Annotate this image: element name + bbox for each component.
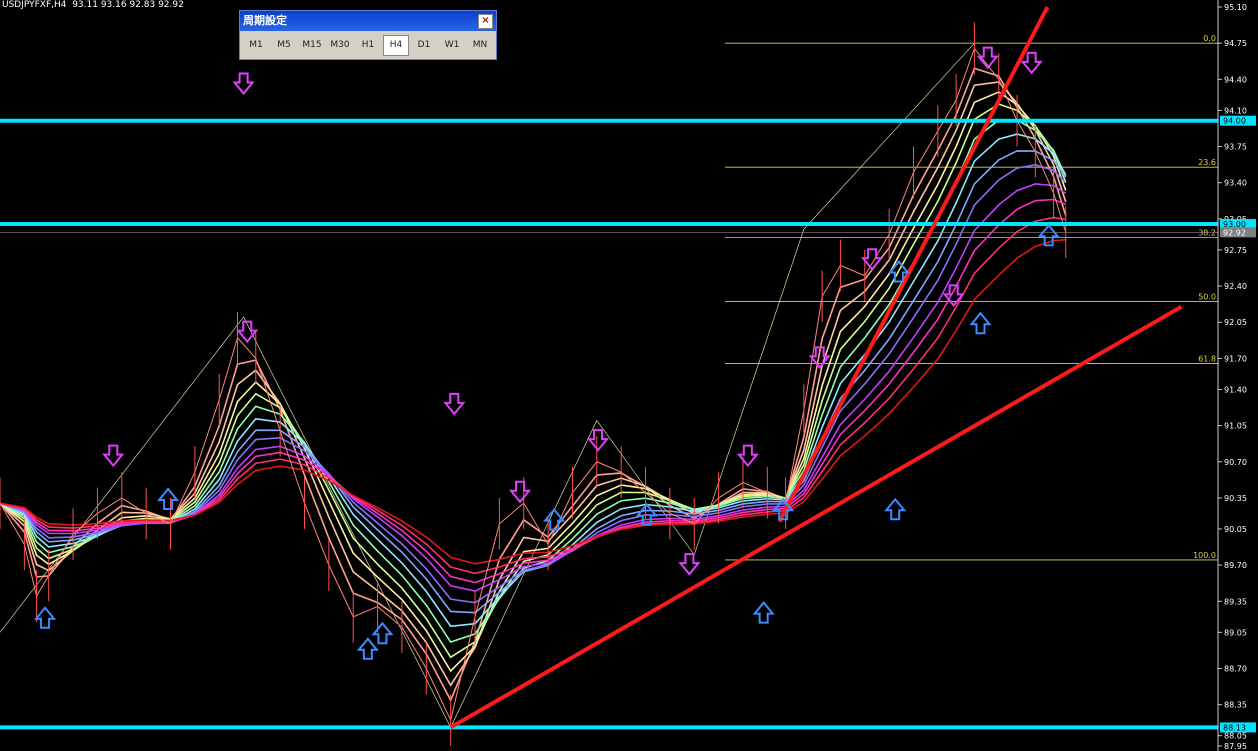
tick-label-0: 95.10: [1224, 3, 1247, 12]
close-icon[interactable]: ×: [478, 14, 493, 29]
timeframe-panel-title: 周期設定: [243, 14, 287, 27]
timeframe-panel[interactable]: 周期設定 × M1 M5 M15 M30 H1 H4 D1 W1 MN: [239, 10, 497, 60]
tab-h1[interactable]: H1: [355, 35, 381, 56]
symbol-info: USDJPYFXF,H4 93.11 93.16 92.83 92.92: [2, 0, 184, 10]
tick-label-19: 88.70: [1224, 664, 1247, 673]
tick-label-3: 94.10: [1224, 106, 1247, 115]
price-tag-2: 92.92: [1223, 228, 1246, 237]
tab-d1[interactable]: D1: [411, 35, 437, 56]
tick-label-1: 94.75: [1224, 39, 1247, 48]
fib-label-3: 50.0: [1198, 293, 1216, 302]
tab-h4[interactable]: H4: [383, 35, 409, 56]
tick-label-7: 92.75: [1224, 246, 1247, 255]
chart-background: [0, 0, 1258, 751]
tick-label-15: 90.05: [1224, 525, 1247, 534]
tab-m30[interactable]: M30: [327, 35, 353, 56]
tick-label-2: 94.40: [1224, 75, 1247, 84]
tick-label-20: 88.35: [1224, 701, 1247, 710]
fib-label-1: 23.6: [1198, 158, 1216, 167]
fib-label-2: 38.2: [1198, 228, 1216, 237]
tick-label-22: 87.95: [1224, 742, 1247, 751]
tick-label-9: 92.05: [1224, 318, 1247, 327]
tick-label-11: 91.40: [1224, 385, 1247, 394]
tick-label-13: 90.70: [1224, 458, 1247, 467]
price-tag-3: 88.13: [1223, 723, 1246, 732]
tab-w1[interactable]: W1: [439, 35, 465, 56]
price-chart[interactable]: 0.0 23.6 38.2 50.0 61.8 100.0 95.10 94.75 94.40…: [0, 0, 1258, 751]
tab-mn[interactable]: MN: [467, 35, 493, 56]
tick-label-21: 88.05: [1224, 732, 1247, 741]
chart-area[interactable]: 0.0 23.6 38.2 50.0 61.8 100.0 95.10 94.75 94.40…: [0, 0, 1258, 751]
fib-label-0: 0.0: [1203, 34, 1216, 43]
tick-label-4: 93.75: [1224, 143, 1247, 152]
tick-label-12: 91.05: [1224, 422, 1247, 431]
timeframe-panel-titlebar[interactable]: 周期設定 ×: [240, 11, 496, 31]
tick-label-5: 93.40: [1224, 179, 1247, 188]
tick-label-14: 90.35: [1224, 494, 1247, 503]
timeframe-buttons: M1 M5 M15 M30 H1 H4 D1 W1 MN: [240, 31, 496, 56]
tick-label-17: 89.35: [1224, 597, 1247, 606]
tick-label-8: 92.40: [1224, 282, 1247, 291]
fib-label-5: 100.0: [1193, 551, 1216, 560]
tab-m5[interactable]: M5: [271, 35, 297, 56]
price-tag-0: 94.00: [1223, 117, 1246, 126]
fib-label-4: 61.8: [1198, 355, 1216, 364]
tick-label-18: 89.05: [1224, 628, 1247, 637]
tab-m15[interactable]: M15: [299, 35, 325, 56]
tick-label-16: 89.70: [1224, 561, 1247, 570]
tab-m1[interactable]: M1: [243, 35, 269, 56]
tick-label-10: 91.70: [1224, 354, 1247, 363]
